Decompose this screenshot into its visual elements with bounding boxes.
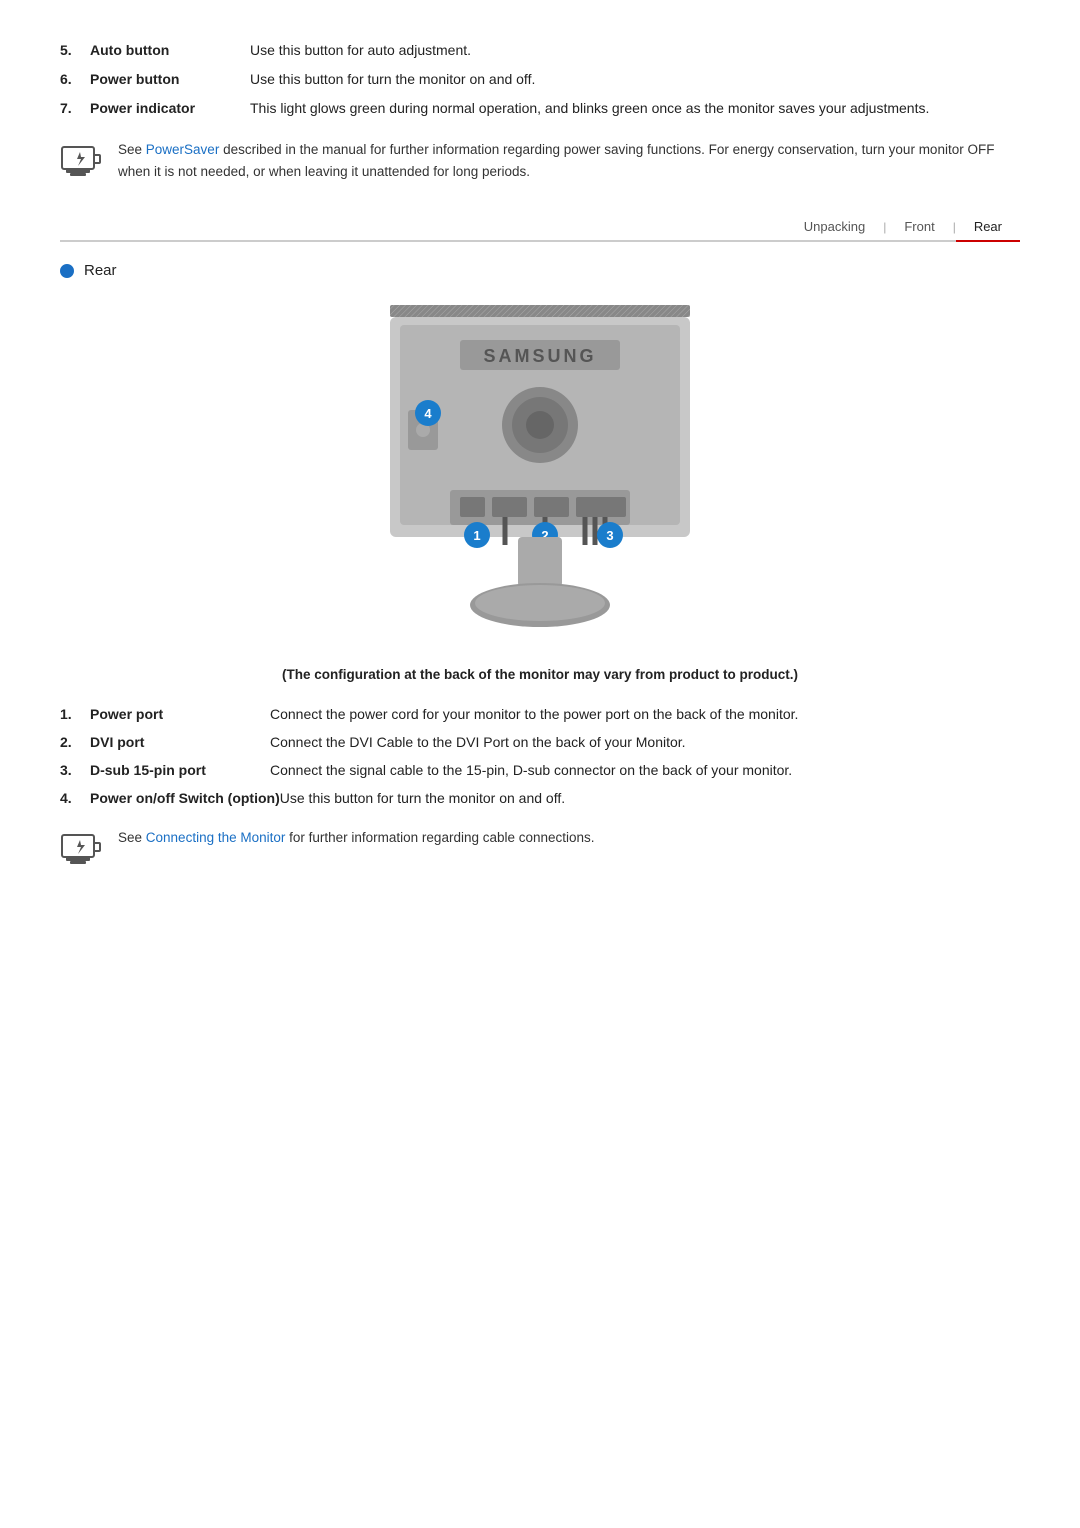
bottom-list-item: 4. Power on/off Switch (option) Use this… [60,788,1020,809]
connecting-icon [60,827,104,871]
item-label: Power button [90,69,250,90]
powersaver-link[interactable]: PowerSaver [146,142,220,157]
nav-tab-unpacking[interactable]: Unpacking [786,213,883,240]
top-list-item: 5. Auto button Use this button for auto … [60,40,1020,61]
item-number: 3. [60,760,90,781]
item-desc: Connect the DVI Cable to the DVI Port on… [270,732,1020,753]
item-label: Power on/off Switch (option) [90,788,280,809]
top-note-text: See PowerSaver described in the manual f… [118,139,1020,182]
item-number: 2. [60,732,90,753]
monitor-caption: (The configuration at the back of the mo… [60,667,1020,682]
bottom-list-item: 1. Power port Connect the power cord for… [60,704,1020,725]
bottom-list-item: 3. D-sub 15-pin port Connect the signal … [60,760,1020,781]
monitor-rear-illustration: SAMSUNG 4 1 [370,295,710,655]
item-number: 6. [60,69,90,90]
item-label: DVI port [90,732,270,753]
bottom-note-text: See Connecting the Monitor for further i… [118,827,595,849]
item-desc: Connect the signal cable to the 15-pin, … [270,760,1020,781]
nav-tabs: Unpacking | Front | Rear [786,213,1020,240]
item-desc: Use this button for auto adjustment. [250,40,1020,61]
nav-tab-rear[interactable]: Rear [956,213,1020,240]
item-label: D-sub 15-pin port [90,760,270,781]
item-number: 7. [60,98,90,119]
svg-text:4: 4 [424,406,432,421]
item-label: Auto button [90,40,250,61]
top-note-box: See PowerSaver described in the manual f… [60,139,1020,183]
item-number: 5. [60,40,90,61]
item-number: 4. [60,788,90,809]
item-number: 1. [60,704,90,725]
connecting-monitor-link[interactable]: Connecting the Monitor [146,830,286,845]
rear-heading-row: Rear [60,262,1020,279]
svg-text:1: 1 [473,528,480,543]
svg-text:3: 3 [606,528,613,543]
powersaver-icon [60,139,104,183]
nav-tab-front[interactable]: Front [886,213,952,240]
item-label: Power port [90,704,270,725]
top-list-item: 7. Power indicator This light glows gree… [60,98,1020,119]
item-desc: Use this button for turn the monitor on … [250,69,1020,90]
item-desc: Use this button for turn the monitor on … [280,788,1020,809]
item-label: Power indicator [90,98,250,119]
rear-dot-icon [60,264,74,278]
top-item-list: 5. Auto button Use this button for auto … [60,40,1020,119]
bottom-list-item: 2. DVI port Connect the DVI Cable to the… [60,732,1020,753]
monitor-image-container: SAMSUNG 4 1 [60,295,1020,655]
top-section: 5. Auto button Use this button for auto … [60,40,1020,183]
bottom-note-box: See Connecting the Monitor for further i… [60,827,1020,871]
monitor-svg: SAMSUNG 4 1 [370,295,710,655]
item-desc: This light glows green during normal ope… [250,98,1020,119]
top-list-item: 6. Power button Use this button for turn… [60,69,1020,90]
svg-text:SAMSUNG: SAMSUNG [483,346,596,366]
nav-tabs-container: Unpacking | Front | Rear [60,213,1020,242]
item-desc: Connect the power cord for your monitor … [270,704,1020,725]
rear-label: Rear [84,262,117,279]
bottom-item-list: 1. Power port Connect the power cord for… [60,704,1020,809]
